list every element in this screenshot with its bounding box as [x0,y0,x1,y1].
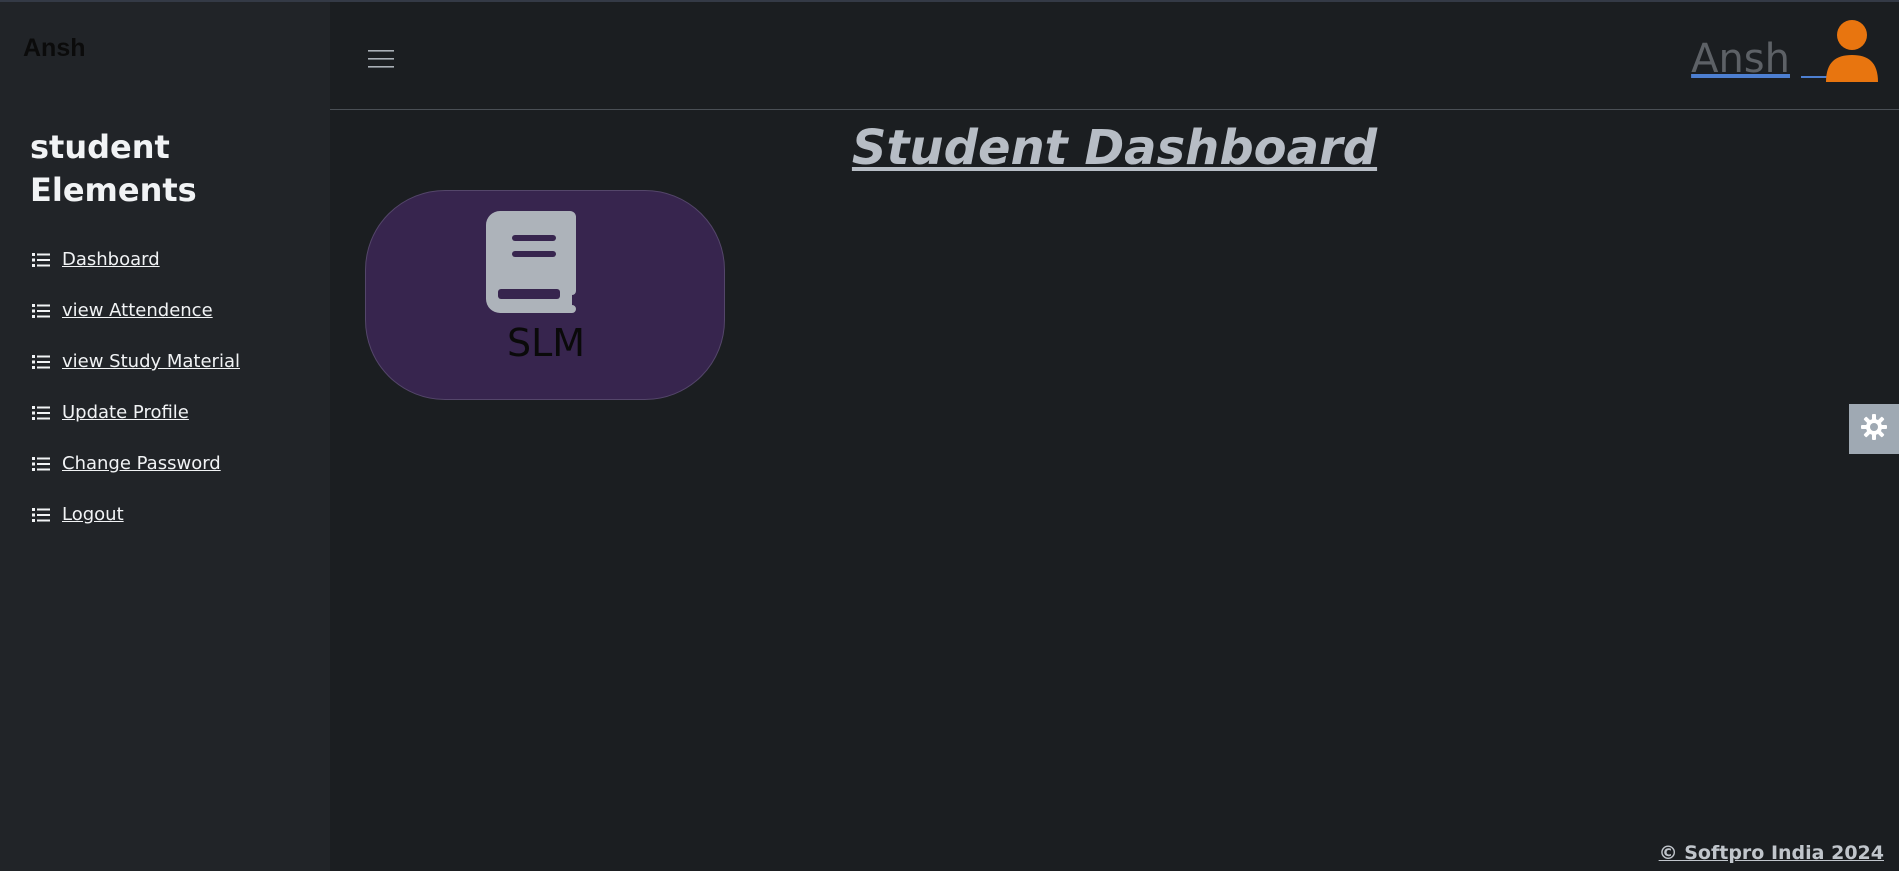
user-name-link[interactable]: Ansh [1691,36,1790,82]
list-icon [32,456,50,471]
list-icon [32,303,50,318]
sidebar-item-label: Dashboard [62,249,160,270]
card-label: SLM [506,321,586,365]
sidebar-item-view-study-material[interactable]: view Study Material [32,336,240,387]
list-icon [32,405,50,420]
sidebar-item-label: Logout [62,504,124,525]
sidebar-heading: student Elements [30,128,197,209]
top-header: Ansh [330,2,1899,110]
gear-icon [1860,413,1888,445]
settings-button[interactable] [1849,404,1899,454]
sidebar-item-update-profile[interactable]: Update Profile [32,387,240,438]
sidebar-item-change-password[interactable]: Change Password [32,438,240,489]
sidebar-item-label: view Attendence [62,300,213,321]
list-icon [32,354,50,369]
page-title: Student Dashboard [851,120,1378,176]
list-icon [32,252,50,267]
sidebar: Ansh student Elements Dashboard view Att… [0,2,330,871]
sidebar-item-label: Update Profile [62,402,189,423]
sidebar-item-view-attendence[interactable]: view Attendence [32,285,240,336]
user-icon[interactable] [1824,20,1880,82]
book-icon [486,211,576,313]
hamburger-icon[interactable] [368,48,394,70]
sidebar-item-label: view Study Material [62,351,240,372]
list-icon [32,507,50,522]
footer-copyright[interactable]: © Softpro India 2024 [1659,842,1884,864]
brand-name: Ansh [23,34,86,62]
sidebar-item-dashboard[interactable]: Dashboard [32,234,240,285]
sidebar-item-logout[interactable]: Logout [32,489,240,540]
sidebar-item-label: Change Password [62,453,221,474]
slm-card[interactable]: SLM [365,190,725,400]
sidebar-nav: Dashboard view Attendence view Study Mat… [32,234,240,540]
